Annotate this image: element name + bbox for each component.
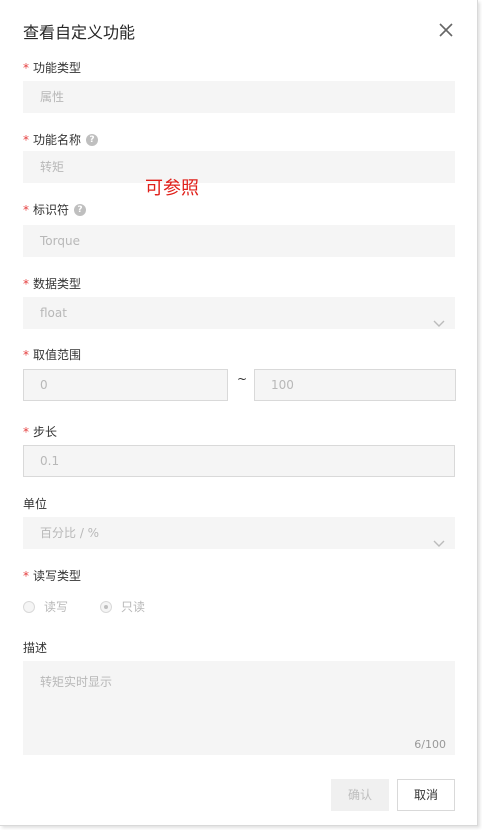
identifier-label-text: 标识符: [33, 203, 70, 217]
function-name-value: 转矩: [40, 160, 65, 174]
identifier-field[interactable]: Torque: [23, 225, 455, 257]
chevron-down-icon: [433, 528, 445, 560]
step-value: 0.1: [40, 454, 60, 468]
step-label-text: 步长: [33, 425, 58, 439]
range-max-value: 100: [271, 378, 294, 392]
close-icon[interactable]: [436, 20, 456, 40]
unit-label-text: 单位: [23, 497, 48, 511]
range-min-input[interactable]: 0: [23, 369, 228, 401]
description-label-text: 描述: [23, 641, 48, 655]
radio-checked-icon: [100, 600, 113, 613]
function-name-field[interactable]: 转矩: [23, 151, 455, 183]
dialog-title: 查看自定义功能: [23, 23, 136, 42]
step-label: * 步长: [23, 424, 57, 440]
unit-label: 单位: [23, 496, 47, 512]
data-type-label: * 数据类型: [23, 276, 81, 292]
description-value: 转矩实时显示: [40, 675, 113, 689]
required-marker: *: [23, 133, 29, 147]
radio-circle-icon: [23, 600, 35, 613]
radio-read-only[interactable]: 只读: [100, 598, 145, 615]
chevron-down-icon: [433, 308, 445, 340]
required-marker: *: [23, 61, 29, 75]
function-name-label-text: 功能名称: [33, 133, 82, 147]
value-range-label: * 取值范围: [23, 347, 81, 363]
char-counter: 6/100: [414, 738, 446, 751]
step-input[interactable]: 0.1: [23, 445, 455, 477]
data-type-select[interactable]: float: [23, 297, 455, 329]
radio-read-write[interactable]: 读写: [23, 598, 68, 615]
required-marker: *: [23, 425, 29, 439]
required-marker: *: [23, 569, 29, 583]
unit-select[interactable]: 百分比 / %: [23, 517, 455, 549]
annotation-note: 可参照: [145, 178, 199, 199]
rw-type-label: * 读写类型: [23, 568, 81, 584]
confirm-button[interactable]: 确认: [331, 779, 389, 811]
radio-read-write-label: 读写: [44, 600, 69, 614]
data-type-label-text: 数据类型: [33, 277, 82, 291]
description-label: 描述: [23, 640, 47, 656]
rw-type-radio-group: 读写 只读: [23, 598, 177, 615]
rw-type-label-text: 读写类型: [33, 569, 82, 583]
identifier-label: * 标识符 ?: [23, 202, 87, 218]
cancel-button[interactable]: 取消: [397, 779, 455, 811]
range-min-value: 0: [40, 378, 48, 392]
help-icon[interactable]: ?: [74, 204, 87, 216]
value-range-label-text: 取值范围: [33, 348, 82, 362]
function-type-label: * 功能类型: [23, 60, 81, 76]
function-name-label: * 功能名称 ?: [23, 132, 99, 148]
help-icon[interactable]: ?: [86, 134, 99, 146]
unit-value: 百分比 / %: [40, 526, 100, 540]
data-type-value: float: [40, 306, 67, 320]
range-separator: ~: [237, 372, 248, 386]
function-type-field[interactable]: 属性: [23, 81, 455, 113]
view-custom-function-dialog: 查看自定义功能 * 功能类型 属性 * 功能名称 ? 转矩 可参照 * 标识符 …: [0, 0, 478, 826]
required-marker: *: [23, 348, 29, 362]
required-marker: *: [23, 203, 29, 217]
required-marker: *: [23, 277, 29, 291]
identifier-value: Torque: [40, 234, 80, 248]
radio-read-only-label: 只读: [121, 600, 146, 614]
range-max-input[interactable]: 100: [254, 369, 456, 401]
function-type-value: 属性: [40, 90, 65, 104]
function-type-label-text: 功能类型: [33, 61, 82, 75]
description-textarea[interactable]: 转矩实时显示 6/100: [23, 661, 455, 755]
